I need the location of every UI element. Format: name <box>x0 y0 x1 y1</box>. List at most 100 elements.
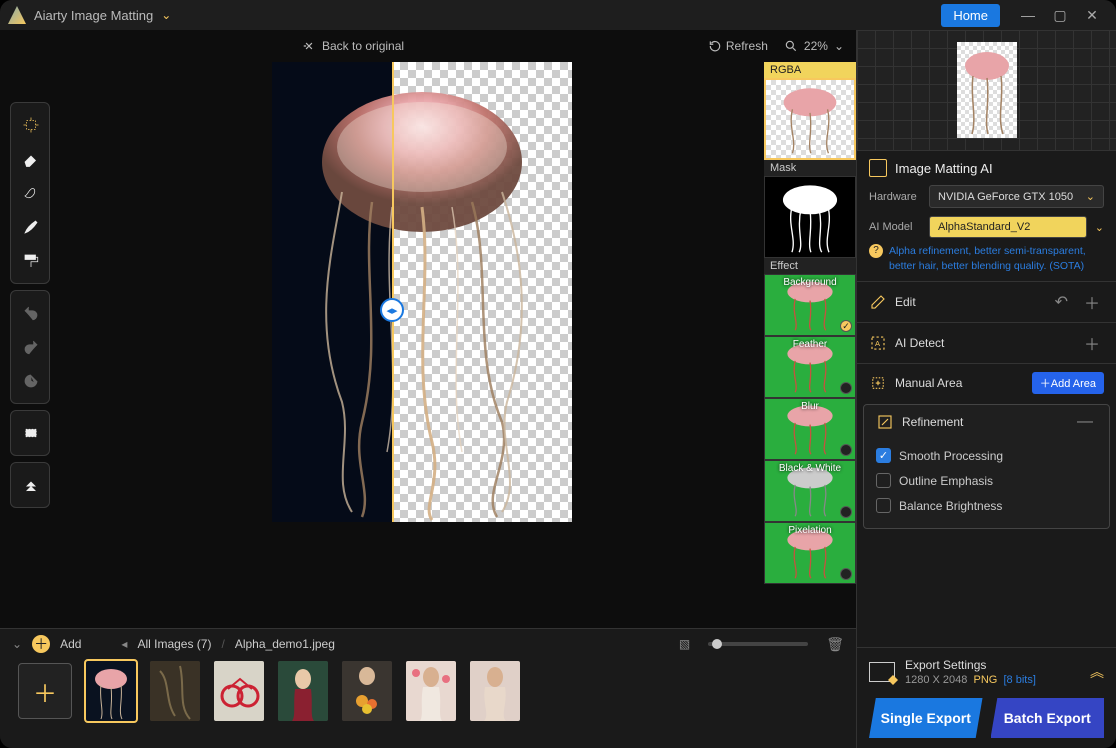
mask-tab-label[interactable]: Mask <box>764 160 856 176</box>
zoom-chevron-icon: ⌄ <box>834 39 844 53</box>
maximize-button[interactable]: ▢ <box>1044 7 1076 24</box>
effect-pixelation-label: Pixelation <box>765 525 855 536</box>
canvas-preview[interactable]: ◂▸ <box>272 62 572 522</box>
aidetect-icon: A <box>869 334 887 352</box>
filmstrip-thumb-7[interactable] <box>470 661 520 721</box>
minimize-button[interactable]: — <box>1012 7 1044 23</box>
filmstrip-delete-button[interactable]: 🗑 <box>826 636 844 653</box>
edit-panel-header[interactable]: Edit ↶ ＋ <box>857 282 1116 322</box>
refinement-collapse-icon[interactable]: — <box>1073 413 1097 431</box>
model-value: AlphaStandard_V2 <box>938 221 1030 233</box>
filmstrip-collapse-icon[interactable]: ⌄ <box>12 637 22 651</box>
close-button[interactable]: ✕ <box>1076 7 1108 24</box>
compare-divider[interactable] <box>392 62 394 522</box>
matting-ai-icon <box>869 159 887 177</box>
filmstrip-thumb-3[interactable] <box>214 661 264 721</box>
outline-emphasis-checkbox[interactable] <box>876 473 891 488</box>
zoom-value: 22% <box>804 39 828 53</box>
effect-background-check-icon: ✓ <box>840 320 852 332</box>
effect-feather-label: Feather <box>765 339 855 350</box>
refinement-label: Refinement <box>902 415 963 429</box>
mask-thumbnail[interactable] <box>764 176 856 258</box>
effect-blur-label: Blur <box>765 401 855 412</box>
filmstrip-add-icon[interactable]: ＋ <box>32 635 50 653</box>
brush-tool[interactable] <box>11 211 51 243</box>
home-button[interactable]: Home <box>941 4 1000 27</box>
back-to-original-button[interactable]: Back to original <box>302 39 404 53</box>
balance-brightness-row[interactable]: Balance Brightness <box>876 493 1097 518</box>
redo-button[interactable] <box>11 331 51 363</box>
filmstrip-back-arrow-icon[interactable]: ◂ <box>121 637 127 651</box>
effect-feather[interactable]: Feather <box>764 336 856 398</box>
edit-label: Edit <box>895 295 916 309</box>
effect-blur[interactable]: Blur <box>764 398 856 460</box>
filmstrip-thumb-1[interactable] <box>86 661 136 721</box>
hardware-select[interactable]: NVIDIA GeForce GTX 1050 ⌄ <box>929 185 1104 208</box>
effect-background[interactable]: Background ✓ <box>764 274 856 336</box>
compare-handle-icon[interactable]: ◂▸ <box>380 298 404 322</box>
batch-export-button[interactable]: Batch Export <box>991 698 1105 738</box>
manual-area-panel-header[interactable]: Manual Area ＋Add Area <box>857 364 1116 402</box>
filmstrip-thumb-2[interactable] <box>150 661 200 721</box>
refinement-panel-header[interactable]: Refinement — <box>864 405 1109 439</box>
filmstrip-thumb-4[interactable] <box>278 661 328 721</box>
collapse-tools-button[interactable] <box>11 469 51 501</box>
app-menu-chevron-icon[interactable]: ⌄ <box>161 8 171 22</box>
move-tool[interactable] <box>11 109 51 141</box>
filmstrip-all-images[interactable]: All Images (7) <box>137 637 211 651</box>
edit-undo-icon[interactable]: ↶ <box>1051 292 1072 312</box>
zoom-control[interactable]: 22% ⌄ <box>784 39 844 53</box>
model-chevron-icon[interactable]: ⌄ <box>1095 221 1104 234</box>
aidetect-label: AI Detect <box>895 336 944 350</box>
effect-tab-label: Effect <box>764 258 856 274</box>
filmstrip-add-label[interactable]: Add <box>60 637 81 651</box>
roller-tool[interactable] <box>11 245 51 277</box>
app-name: Aiarty Image Matting <box>34 8 153 23</box>
aidetect-add-icon[interactable]: ＋ <box>1080 331 1104 355</box>
undo-button[interactable] <box>11 297 51 329</box>
history-button[interactable] <box>11 365 51 397</box>
filmstrip-thumb-6[interactable] <box>406 661 456 721</box>
edit-icon <box>869 293 887 311</box>
effect-feather-indicator <box>840 382 852 394</box>
add-area-button[interactable]: ＋Add Area <box>1032 372 1104 394</box>
filmstrip-separator: / <box>221 637 224 651</box>
effect-pixelation-indicator <box>840 568 852 580</box>
export-settings-icon <box>869 662 895 682</box>
rgba-thumbnail[interactable] <box>764 78 856 160</box>
effect-background-label: Background <box>765 277 855 288</box>
model-description: Alpha refinement, better semi-transparen… <box>869 244 1104 273</box>
aidetect-panel-header[interactable]: A AI Detect ＋ <box>857 323 1116 363</box>
smooth-processing-checkbox[interactable]: ✓ <box>876 448 891 463</box>
effect-pixelation[interactable]: Pixelation <box>764 522 856 584</box>
back-to-original-label: Back to original <box>322 39 404 53</box>
sidebar-preview <box>857 30 1116 150</box>
filmstrip-thumb-5[interactable] <box>342 661 392 721</box>
export-bits: [8 bits] <box>1003 674 1035 686</box>
filmstrip-current-name: Alpha_demo1.jpeg <box>235 637 335 651</box>
edit-add-icon[interactable]: ＋ <box>1080 290 1104 314</box>
manual-area-icon <box>869 374 887 392</box>
rect-select-tool[interactable] <box>11 417 51 449</box>
smooth-processing-row[interactable]: ✓ Smooth Processing <box>876 443 1097 468</box>
refresh-label: Refresh <box>726 39 768 53</box>
single-export-button[interactable]: Single Export <box>869 698 983 738</box>
hardware-chevron-icon: ⌄ <box>1086 190 1095 203</box>
outline-emphasis-row[interactable]: Outline Emphasis <box>876 468 1097 493</box>
effect-bw[interactable]: Black & White <box>764 460 856 522</box>
effect-bw-indicator <box>840 506 852 518</box>
eraser-tool[interactable] <box>11 143 51 175</box>
svg-text:A: A <box>875 339 880 348</box>
refresh-button[interactable]: Refresh <box>708 39 768 53</box>
canvas-image <box>272 62 572 522</box>
balance-brightness-checkbox[interactable] <box>876 498 891 513</box>
export-format: PNG <box>974 674 998 686</box>
balance-brightness-label: Balance Brightness <box>899 499 1002 513</box>
filmstrip-add-tile[interactable]: ＋ <box>18 663 72 719</box>
export-expand-icon[interactable]: ︽ <box>1090 662 1104 682</box>
refinement-icon <box>876 413 894 431</box>
thumbnail-size-slider[interactable] <box>708 642 808 646</box>
model-select[interactable]: AlphaStandard_V2 <box>929 216 1087 238</box>
matte-tool[interactable] <box>11 177 51 209</box>
rgba-tab-label[interactable]: RGBA <box>764 62 856 78</box>
